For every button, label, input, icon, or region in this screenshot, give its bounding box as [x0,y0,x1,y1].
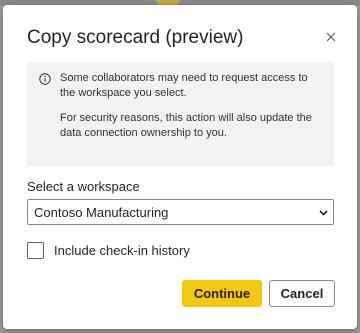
cancel-button[interactable]: Cancel [269,280,335,307]
info-line-security: For security reasons, this action will a… [60,112,312,139]
copy-scorecard-dialog: Copy scorecard (preview) Some collaborat… [3,5,357,329]
dialog-title: Copy scorecard (preview) [27,27,244,48]
close-button[interactable] [321,27,341,47]
info-line-access: Some collaborators may need to request a… [60,72,308,99]
include-history-option[interactable]: Include check-in history [27,241,190,259]
info-message-box: Some collaborators may need to request a… [27,62,334,166]
workspace-label: Select a workspace [27,179,140,194]
chevron-down-icon [319,210,328,216]
close-icon [326,32,336,42]
info-text: Some collaborators may need to request a… [60,71,322,141]
workspace-select[interactable]: Contoso Manufacturing [27,199,334,225]
continue-button[interactable]: Continue [182,280,262,307]
include-history-label: Include check-in history [54,242,190,258]
workspace-select-value: Contoso Manufacturing [34,204,169,220]
info-icon [39,73,51,85]
include-history-checkbox[interactable] [27,241,44,259]
